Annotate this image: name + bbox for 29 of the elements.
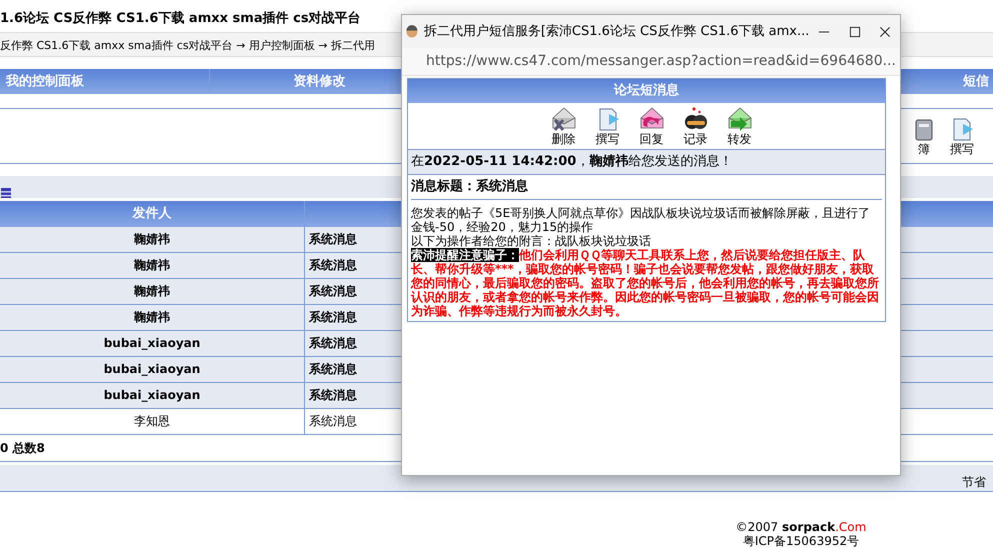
icp-text: 粤ICP备15063952号 bbox=[742, 534, 860, 548]
subject-cell-text: 系统消息 bbox=[308, 231, 357, 248]
sender-cell: 鞠婧祎 bbox=[0, 253, 305, 278]
sender-cell: bubai_xiaoyan bbox=[0, 331, 305, 356]
subject-cell-text: 系统消息 bbox=[308, 283, 357, 300]
sender-cell: 鞠婧祎 bbox=[0, 305, 305, 330]
sender-cell: bubai_xiaoyan bbox=[0, 357, 305, 382]
sender-cell: 鞠婧祎 bbox=[0, 227, 305, 252]
subject-cell-text: 系统消息 bbox=[308, 335, 357, 352]
copyright-text: ©2007 sorpack.Com bbox=[734, 520, 868, 534]
message-text: 以下为操作者给您的附言：战队板块说垃圾话 bbox=[411, 234, 652, 248]
sent-info-text: 在2022-05-11 14:42:00，鞠婧祎给您发送的消息！ bbox=[408, 150, 885, 175]
message-text: 您发表的帖子《5E哥别换人阿就点草你》因战队板块说垃圾话而被解除屏蔽，且进行了金钱-50，经验20，魅力15的操作 bbox=[411, 206, 872, 234]
sender-cell: 鞠婧祎 bbox=[0, 279, 305, 304]
subject-cell-text: 系统消息 bbox=[308, 387, 357, 404]
sender-cell: bubai_xiaoyan bbox=[0, 383, 305, 408]
pager-text: 0 总数8 bbox=[0, 441, 45, 455]
sender-cell: 李知恩 bbox=[0, 409, 305, 434]
window-title: 拆二代用户短信服务[索沛CS1.6论坛 CS反作弊 CS1.6下载 amx... bbox=[424, 22, 810, 41]
subject-cell-text: 系统消息 bbox=[308, 257, 357, 274]
page-title: 1.6论坛 CS反作弊 CS1.6下载 amxx sma插件 cs对战平台 bbox=[0, 11, 361, 26]
panel-title: 论坛短消息 bbox=[408, 79, 885, 103]
url-text: https://www.cs47.com/messanger.asp?action=read&id=6964680... bbox=[426, 52, 896, 71]
subject-cell-text: 系统消息 bbox=[308, 361, 357, 378]
breadcrumb: 反作弊 CS1.6下载 amxx sma插件 cs对战平台 → 用户控制面板 → 拆二代用 bbox=[0, 39, 376, 52]
subject-cell-text: 系统消息 bbox=[308, 413, 357, 430]
footer-text: 节省 bbox=[962, 474, 987, 491]
subject-cell-text: 系统消息 bbox=[308, 309, 357, 326]
message-subject: 消息标题：系统消息 bbox=[410, 178, 529, 196]
